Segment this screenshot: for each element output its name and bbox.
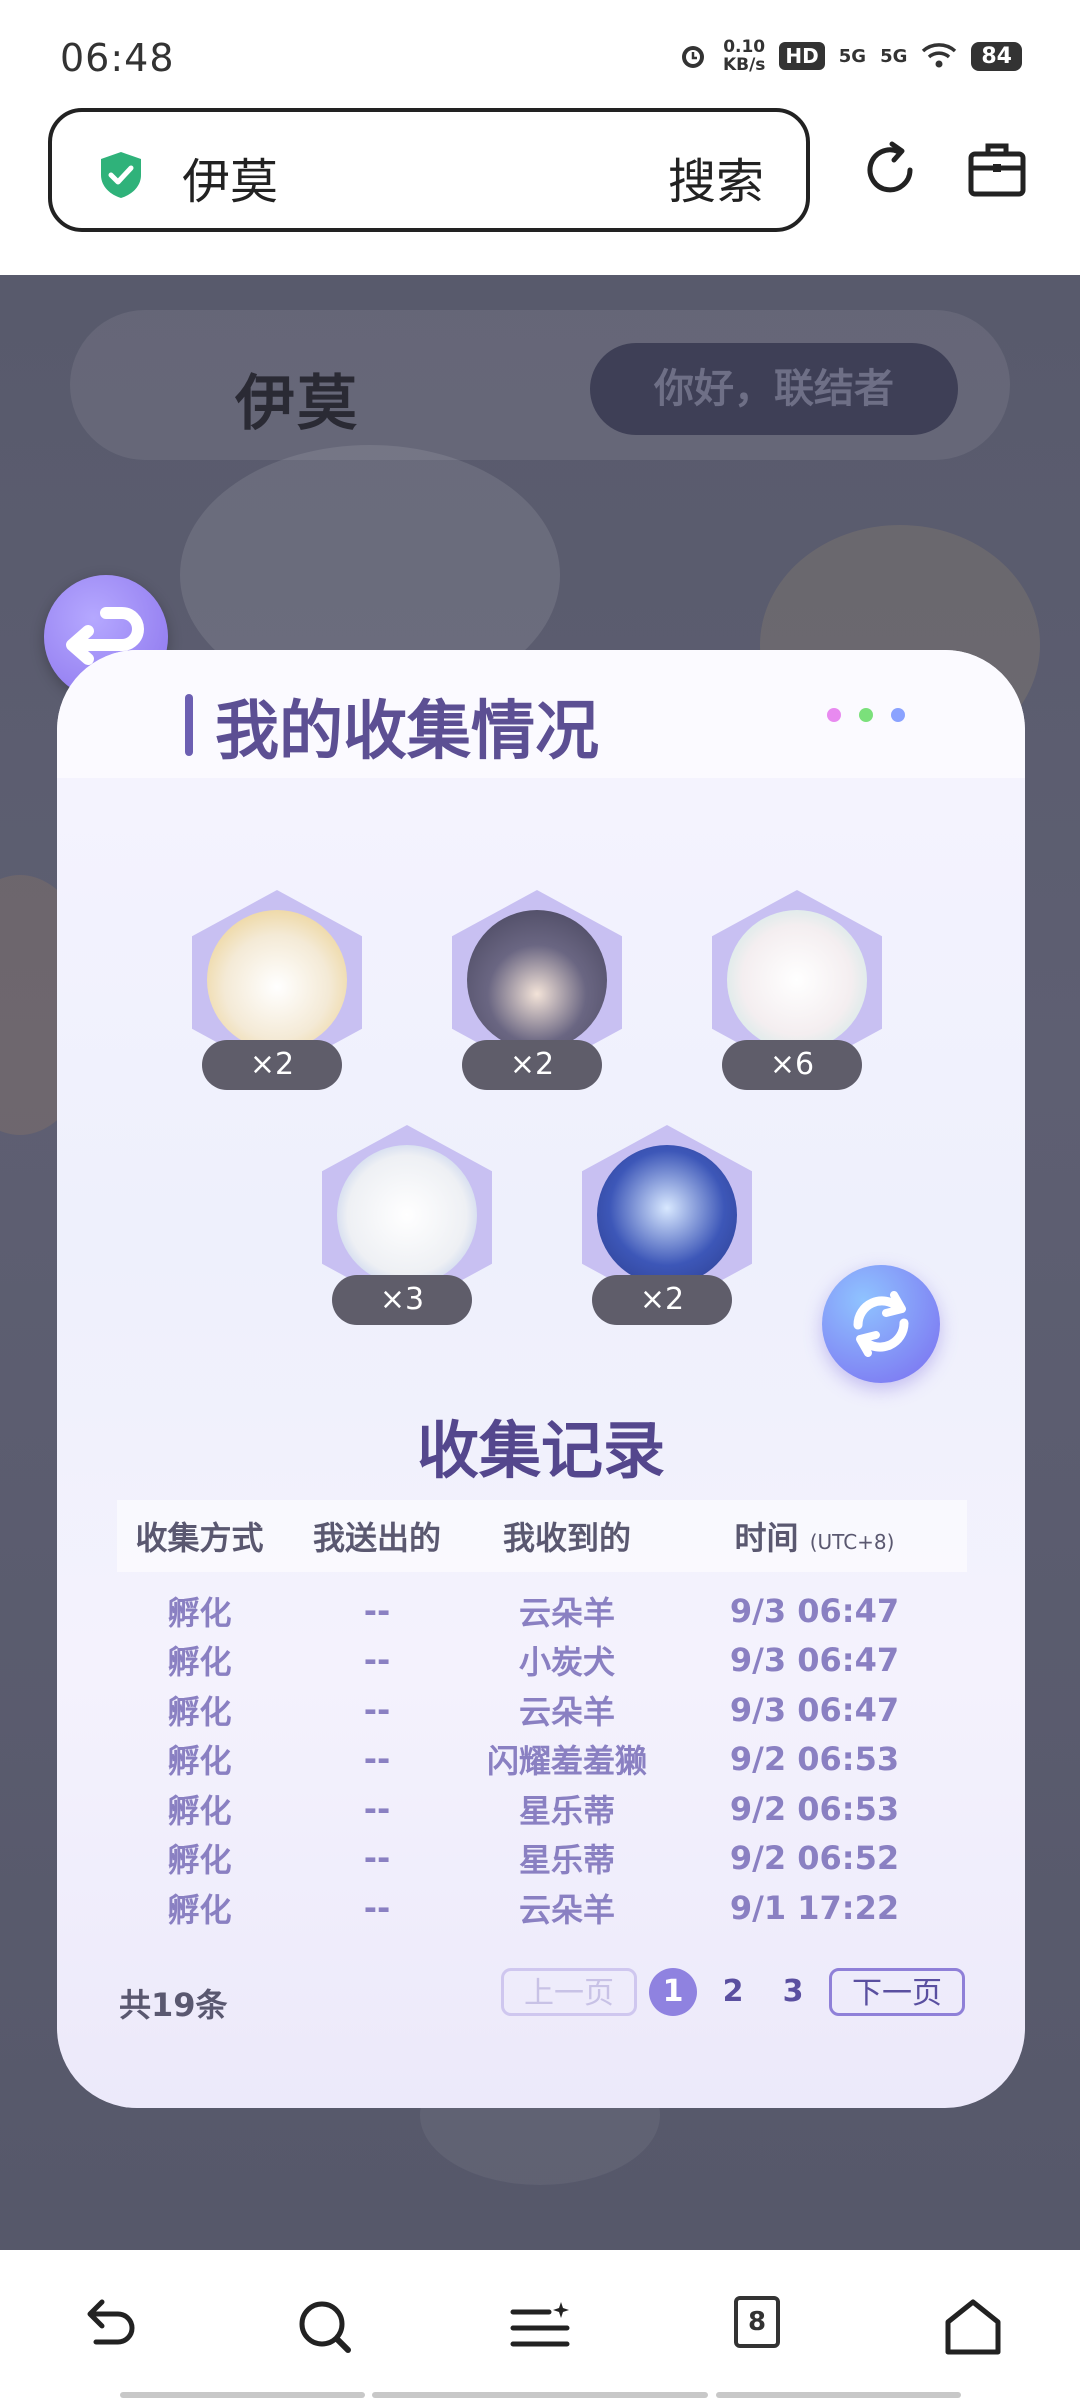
status-bar: 06:48 0.10 KB/s HD 5G 5G 84 [0,0,1080,100]
gesture-bar-center [372,2392,708,2398]
records-table: 收集方式 我送出的 我收到的 时间 (UTC+8) 孵化 -- 云朵羊 9/3 … [117,1500,967,1933]
signal-icon-2: 5G [880,45,908,67]
refresh-icon[interactable] [858,138,922,202]
pagination: 上一页 1 2 3 下一页 [501,1968,965,2016]
pet-count-badge: ×2 [462,1040,602,1090]
collection-panel: 我的收集情况 ×2 ×2 ×6 ×3 ×2 收集记录 收集方式 我送出的 我收到… [57,650,1025,2108]
pet-avatar-cloud-sheep [727,910,867,1050]
network-speed: 0.10 KB/s [722,37,766,75]
page-3[interactable]: 3 [769,1968,817,2016]
toolbox-icon[interactable] [966,138,1028,200]
bottom-nav: 8 [0,2250,1080,2400]
wifi-icon [922,43,957,68]
col-received: 我收到的 [502,1519,631,1557]
pet-card-2[interactable]: ×2 [432,880,632,1090]
address-text: 伊莫 [182,154,279,210]
browser-toolbar: 伊莫 搜索 [0,100,1080,275]
search-icon[interactable] [290,2292,360,2362]
tabs-count-icon[interactable]: 8 [734,2296,780,2348]
table-row: 孵化 -- 闪耀羞羞獭 9/2 06:53 [167,1740,900,1781]
pet-avatar-otter [337,1145,477,1285]
pet-avatar-star [597,1145,737,1285]
pet-card-4[interactable]: ×3 [302,1115,502,1325]
pet-count-badge: ×3 [332,1275,472,1325]
hd-badge: HD [779,42,825,70]
address-bar[interactable]: 伊莫 搜索 [48,108,810,232]
table-row: 孵化 -- 云朵羊 9/1 17:22 [167,1888,900,1929]
table-header: 收集方式 我送出的 我收到的 时间 (UTC+8) [117,1500,967,1572]
col-time: 时间 (UTC+8) [734,1519,895,1557]
col-sent: 我送出的 [312,1519,441,1557]
page-1[interactable]: 1 [649,1968,697,2016]
pet-count-badge: ×6 [722,1040,862,1090]
alarm-icon [681,46,704,68]
pet-card-3[interactable]: ×6 [692,880,892,1090]
shield-check-icon [101,152,141,198]
table-row: 孵化 -- 小炭犬 9/3 06:47 [167,1641,900,1682]
menu-icon[interactable] [505,2292,575,2362]
signal-icon: 5G [838,45,867,67]
greeting-button[interactable]: 你好，联结者 [590,343,958,435]
pet-avatar-fox [207,910,347,1050]
pet-count-badge: ×2 [592,1275,732,1325]
battery-icon: 84 [971,41,1022,71]
table-row: 孵化 -- 星乐蒂 9/2 06:53 [167,1789,900,1830]
prev-page-button[interactable]: 上一页 [501,1968,637,2016]
home-icon[interactable] [938,2292,1008,2362]
pet-avatar-charcoal-dog [467,910,607,1050]
gesture-bar-left [120,2392,365,2398]
next-page-button[interactable]: 下一页 [829,1968,965,2016]
status-time: 06:48 [60,36,175,80]
back-icon[interactable] [72,2292,142,2362]
gesture-bar-right [716,2392,961,2398]
pet-card-5[interactable]: ×2 [562,1115,762,1325]
table-row: 孵化 -- 星乐蒂 9/2 06:52 [167,1839,900,1880]
pet-count-badge: ×2 [202,1040,342,1090]
status-icons: 0.10 KB/s HD 5G 5G 84 [677,38,1022,74]
table-row: 孵化 -- 云朵羊 9/3 06:47 [167,1690,900,1731]
col-method: 收集方式 [135,1519,264,1557]
swap-arrows-icon [853,1291,909,1357]
records-title: 收集记录 [416,1414,665,1487]
pet-collection-grid: ×2 ×2 ×6 ×3 ×2 [57,650,1025,1350]
search-button[interactable]: 搜索 [668,142,764,212]
total-count: 共19条 [119,1986,228,2024]
table-body: 孵化 -- 云朵羊 9/3 06:47 孵化 -- 小炭犬 9/3 06:47 … [117,1572,967,1933]
table-row: 孵化 -- 云朵羊 9/3 06:47 [167,1591,900,1632]
page-2[interactable]: 2 [709,1968,757,2016]
pet-card-1[interactable]: ×2 [172,880,372,1090]
site-logo: 伊莫 [235,369,359,439]
refresh-collection-button[interactable] [822,1265,940,1383]
